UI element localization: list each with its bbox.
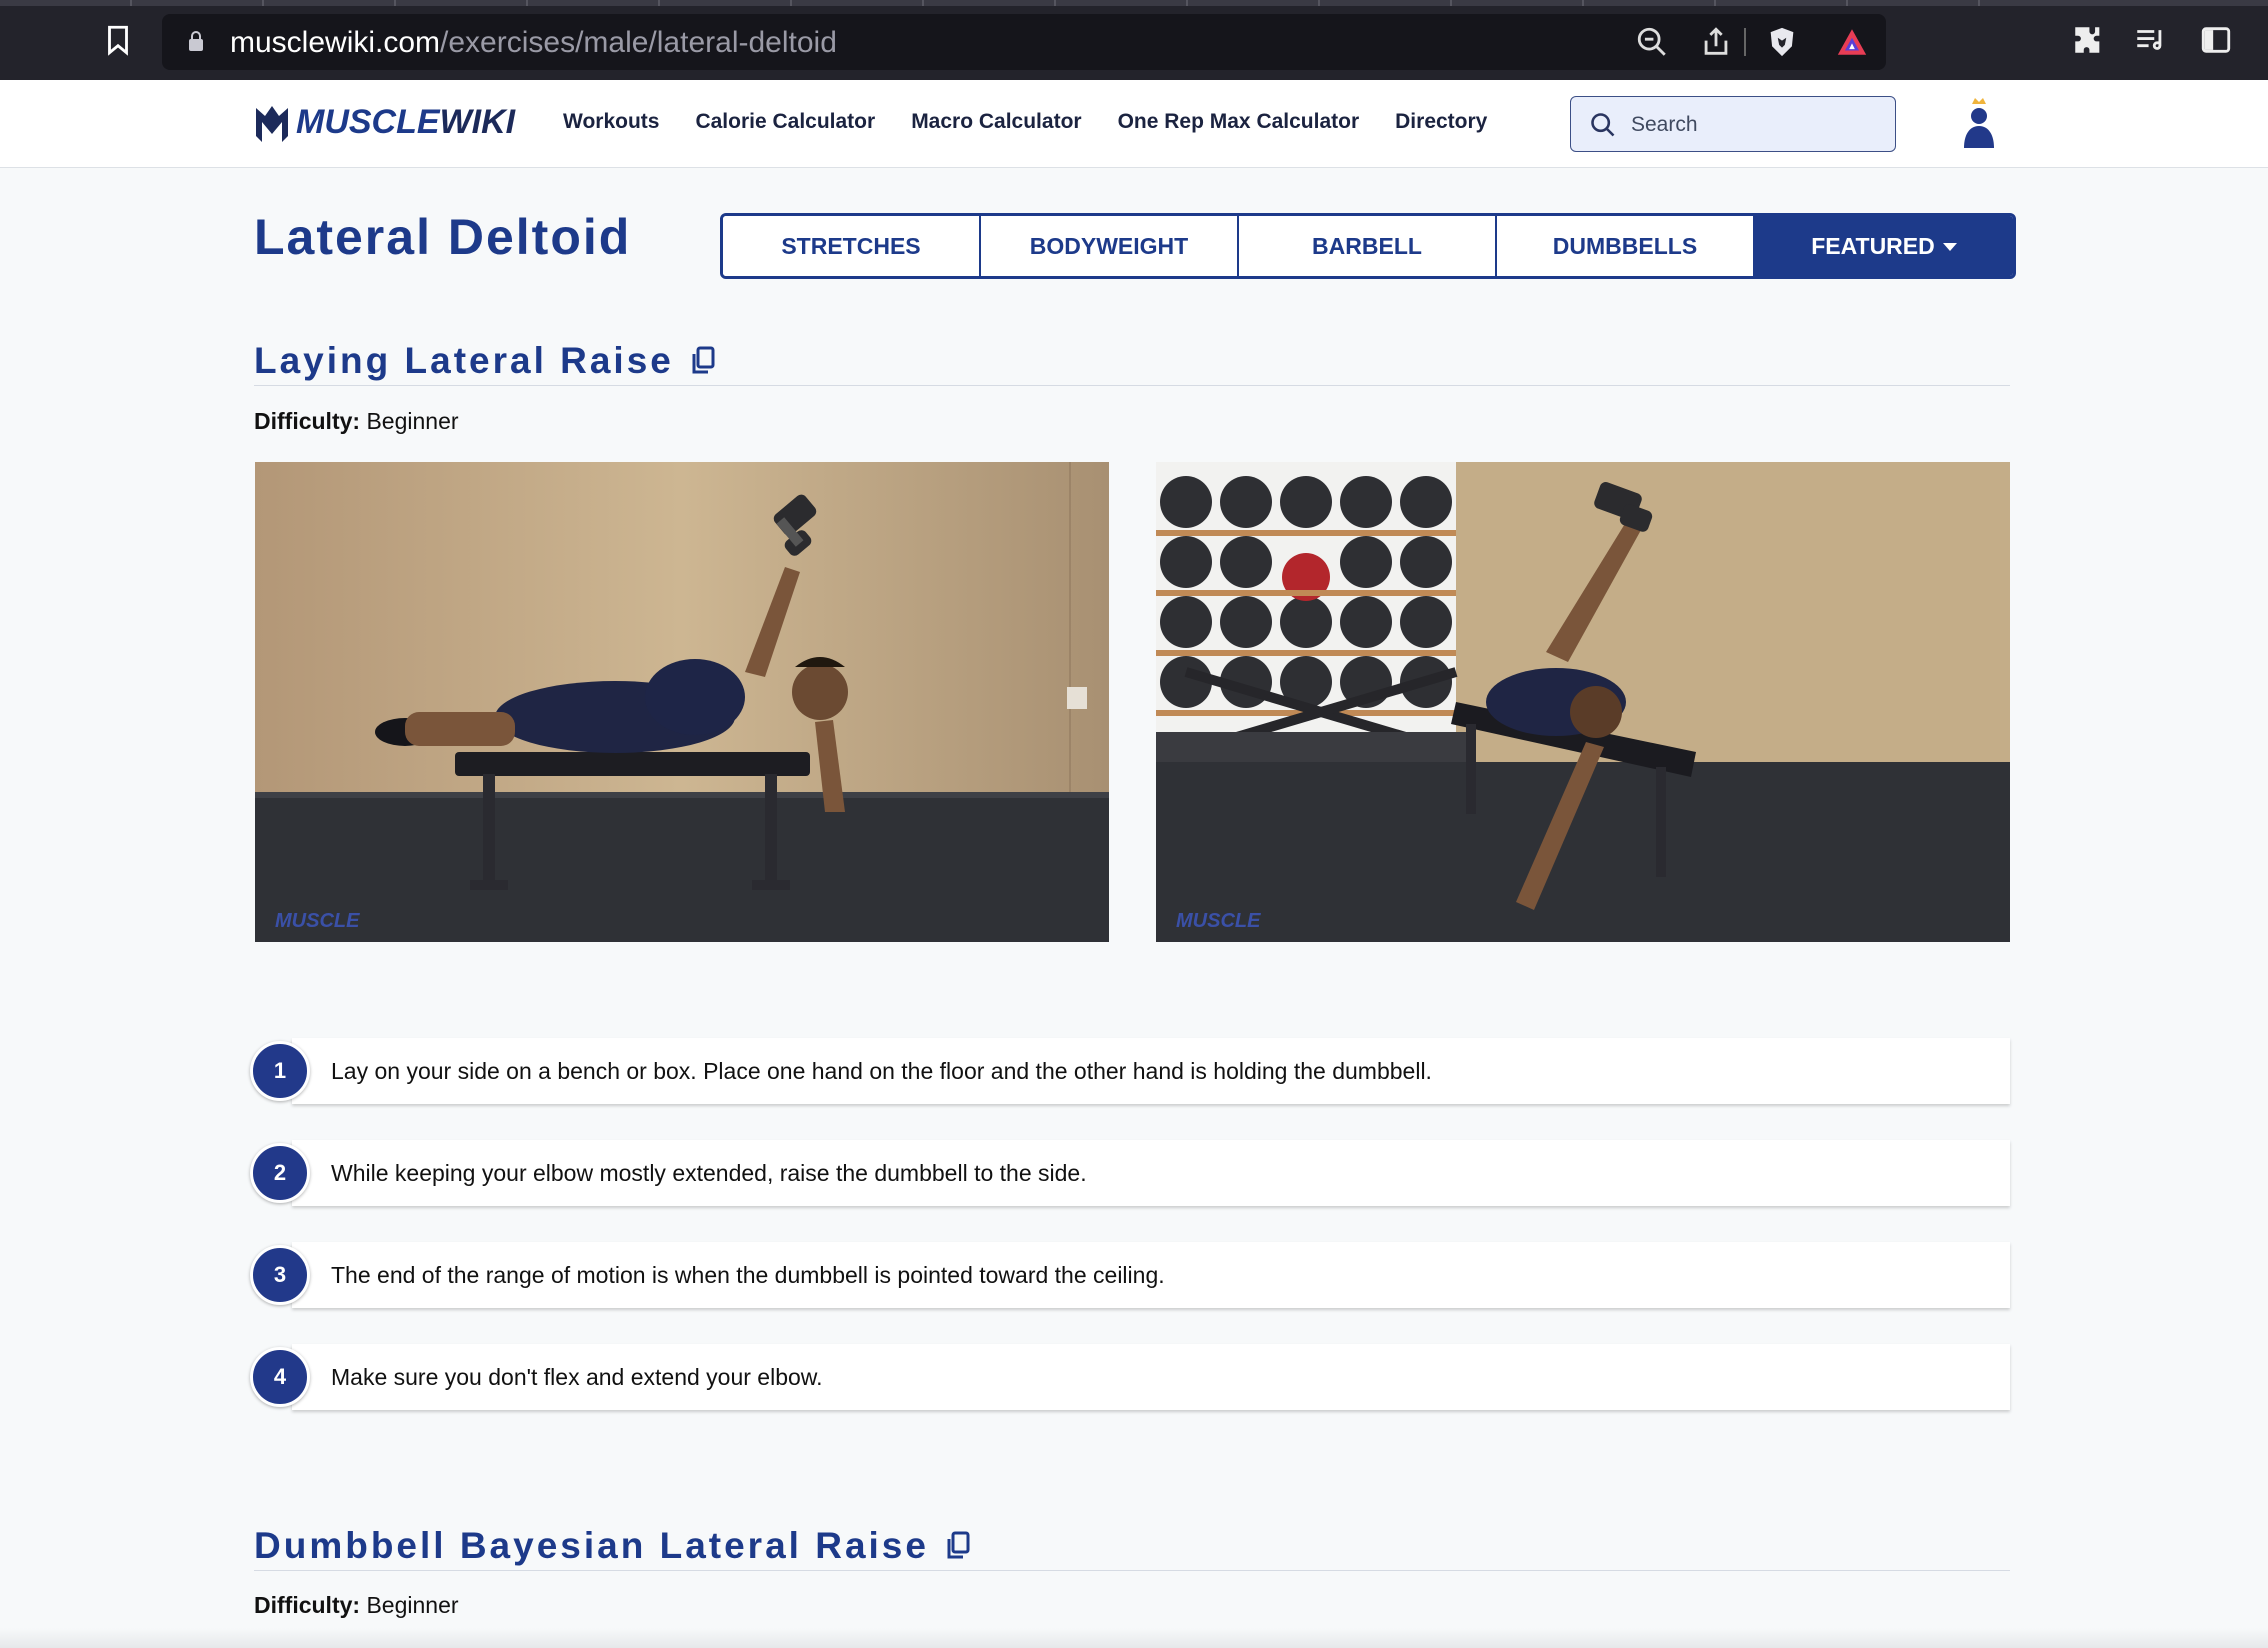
copy-link-icon[interactable] <box>945 1531 971 1561</box>
step-text: Lay on your side on a bench or box. Plac… <box>331 1058 1432 1084</box>
tab-featured-label: FEATURED <box>1811 232 1935 259</box>
bottom-fade <box>0 1628 2268 1648</box>
nav-one-rep-max-calculator[interactable]: One Rep Max Calculator <box>1118 110 1360 134</box>
user-avatar-icon[interactable] <box>1960 94 1998 152</box>
tab-strip[interactable] <box>0 0 2268 6</box>
difficulty: Difficulty: Beginner <box>254 1592 459 1619</box>
search-icon <box>1591 113 1615 137</box>
exercise-title-text: Laying Lateral Raise <box>254 340 674 381</box>
extensions-icon[interactable] <box>2068 20 2108 60</box>
difficulty-label: Difficulty: <box>254 408 361 434</box>
main-nav: Workouts Calorie Calculator Macro Calcul… <box>563 110 1523 134</box>
difficulty-value: Beginner <box>366 408 459 434</box>
sidebar-toggle-icon[interactable] <box>2196 20 2236 60</box>
step-number: 1 <box>250 1041 310 1101</box>
tab-dumbbells[interactable]: DUMBBELLS <box>1497 216 1755 276</box>
divider <box>1744 28 1746 56</box>
step-item: 1 Lay on your side on a bench or box. Pl… <box>250 1038 2010 1104</box>
brave-shield-icon[interactable] <box>1762 22 1802 62</box>
step-item: 2 While keeping your elbow mostly extend… <box>250 1140 2010 1206</box>
category-tabs: STRETCHES BODYWEIGHT BARBELL DUMBBELLS F… <box>720 213 2016 279</box>
tab-stretches[interactable]: STRETCHES <box>723 216 981 276</box>
tab-barbell[interactable]: BARBELL <box>1239 216 1497 276</box>
exercise-video-side[interactable]: MUSCLE <box>1156 462 2010 942</box>
tab-bodyweight[interactable]: BODYWEIGHT <box>981 216 1239 276</box>
nav-calorie-calculator[interactable]: Calorie Calculator <box>695 110 875 134</box>
step-text: Make sure you don't flex and extend your… <box>331 1364 823 1390</box>
playlist-icon[interactable] <box>2130 20 2170 60</box>
nav-macro-calculator[interactable]: Macro Calculator <box>911 110 1081 134</box>
zoom-icon[interactable] <box>1632 22 1672 62</box>
browser-toolbar: musclewiki.com/exercises/male/lateral-de… <box>0 0 2268 80</box>
exercise-title: Dumbbell Bayesian Lateral Raise <box>254 1525 971 1567</box>
site-header: MUSCLEWIKI Workouts Calorie Calculator M… <box>0 80 2268 168</box>
url-text: musclewiki.com/exercises/male/lateral-de… <box>230 26 837 59</box>
lock-icon <box>189 31 203 51</box>
step-number: 3 <box>250 1245 310 1305</box>
address-bar[interactable]: musclewiki.com/exercises/male/lateral-de… <box>162 14 1886 70</box>
step-text: While keeping your elbow mostly extended… <box>331 1160 1087 1186</box>
search-input[interactable] <box>1631 107 1871 143</box>
tab-featured[interactable]: FEATURED <box>1755 216 2013 276</box>
exercise-video-front[interactable]: MUSCLE <box>255 462 1109 942</box>
difficulty-value: Beginner <box>366 1592 459 1618</box>
svg-text:MUSCLE: MUSCLE <box>1176 910 1261 932</box>
exercise-title-text: Dumbbell Bayesian Lateral Raise <box>254 1525 929 1566</box>
logo-mark-icon <box>256 106 288 142</box>
share-icon[interactable] <box>1696 22 1736 62</box>
divider <box>254 385 2010 386</box>
difficulty: Difficulty: Beginner <box>254 408 459 435</box>
step-item: 4 Make sure you don't flex and extend yo… <box>250 1344 2010 1410</box>
page-title: Lateral Deltoid <box>254 209 632 265</box>
musclewiki-logo[interactable]: MUSCLEWIKI <box>254 100 515 144</box>
step-text: The end of the range of motion is when t… <box>331 1262 1165 1288</box>
divider <box>254 1570 2010 1571</box>
step-item: 3 The end of the range of motion is when… <box>250 1242 2010 1308</box>
step-number: 2 <box>250 1143 310 1203</box>
nav-workouts[interactable]: Workouts <box>563 110 659 134</box>
logo-text-wiki: WIKI <box>439 102 516 141</box>
difficulty-label: Difficulty: <box>254 1592 361 1618</box>
svg-text:MUSCLE: MUSCLE <box>275 910 360 932</box>
nav-directory[interactable]: Directory <box>1395 110 1487 134</box>
logo-text-muscle: MUSCLE <box>296 102 440 141</box>
caret-down-icon <box>1942 243 1957 251</box>
copy-link-icon[interactable] <box>690 346 716 376</box>
exercise-title: Laying Lateral Raise <box>254 340 716 382</box>
bookmark-icon[interactable] <box>98 20 138 60</box>
rewards-icon[interactable] <box>1832 22 1872 62</box>
step-number: 4 <box>250 1347 310 1407</box>
search-box[interactable] <box>1570 96 1896 152</box>
